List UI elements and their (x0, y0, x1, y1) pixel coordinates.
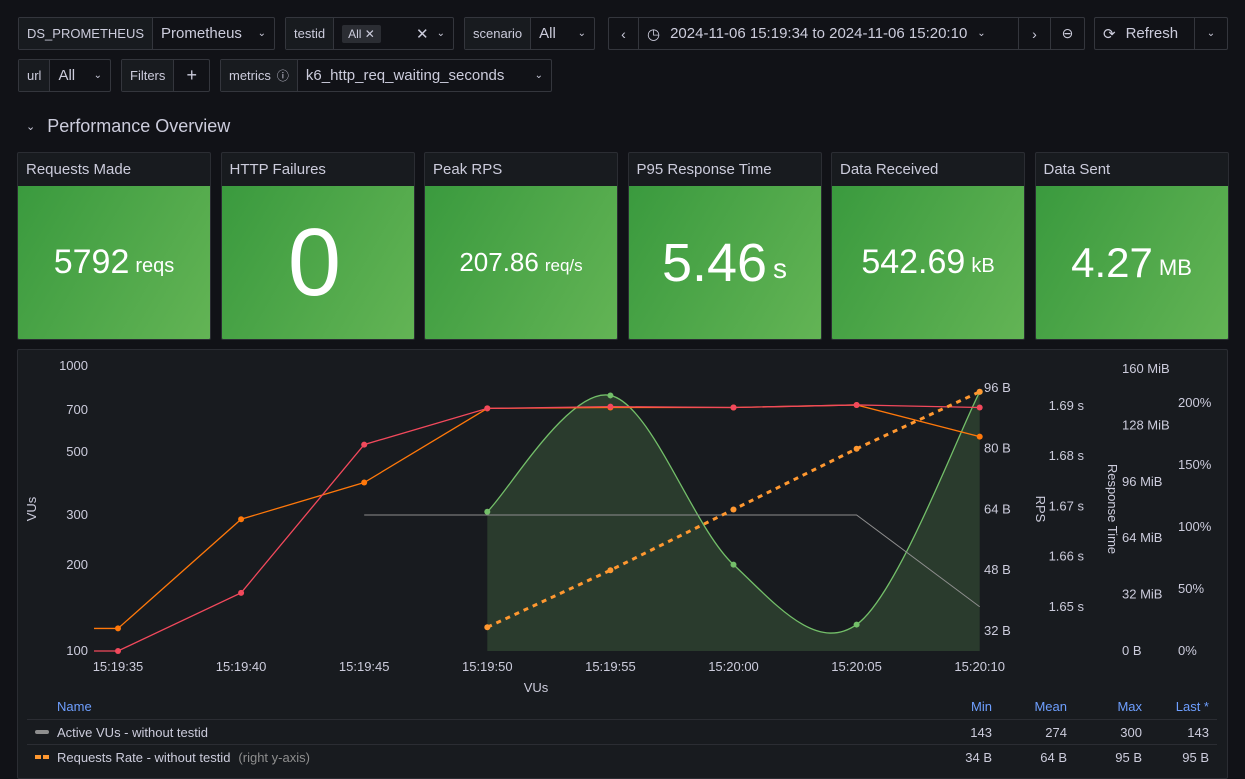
y-tick-left: 200 (66, 557, 88, 572)
data-point (238, 516, 245, 523)
data-point (976, 388, 983, 395)
series-area (487, 391, 980, 651)
data-point (238, 589, 245, 596)
y-tick-bytes: 96 B (984, 380, 1011, 395)
legend-header-mean[interactable]: Mean (992, 699, 1067, 714)
y-tick-pct: 0% (1178, 643, 1197, 658)
y-tick-left: 300 (66, 507, 88, 522)
data-point (361, 441, 368, 448)
data-point (607, 392, 614, 399)
data-point (730, 561, 737, 568)
series-color-swatch (35, 730, 49, 734)
y-tick-left: 500 (66, 444, 88, 459)
series-color-swatch (35, 755, 49, 759)
y-tick-pct: 50% (1178, 581, 1204, 596)
y-tick-rps: 1.68 s (1049, 448, 1085, 463)
legend-min: 143 (970, 724, 992, 740)
legend-last: 95 B (1182, 749, 1209, 765)
data-point (115, 625, 121, 632)
legend-header-last[interactable]: Last * (1142, 699, 1217, 714)
y-axis-label-response-time: Response Time (1105, 464, 1120, 554)
y-tick-rps: 1.66 s (1049, 549, 1085, 564)
y-tick-pct: 200% (1178, 395, 1212, 410)
y-tick-left: 100 (66, 643, 88, 658)
y-tick-rps: 1.65 s (1049, 599, 1085, 614)
x-tick: 15:19:50 (462, 659, 513, 674)
data-point (853, 445, 860, 452)
x-tick: 15:20:00 (708, 659, 759, 674)
x-tick: 15:20:10 (954, 659, 1005, 674)
y-tick-mib: 160 MiB (1122, 361, 1170, 376)
y-axis-label-left: VUs (24, 496, 39, 521)
data-point (361, 479, 368, 486)
y-tick-left: 700 (66, 402, 88, 417)
legend-mean: 64 B (1040, 749, 1067, 765)
y-axis-label-rps: RPS (1033, 496, 1048, 523)
timeseries-chart[interactable]: 1000 700 500 300 200 100 VUs 96 B 80 B 64 B 48 B 32… (0, 0, 1245, 768)
y-tick-bytes: 80 B (984, 441, 1011, 456)
legend-max: 95 B (1115, 749, 1142, 765)
data-point (607, 403, 614, 410)
x-axis-label: VUs (524, 680, 549, 695)
x-tick: 15:19:55 (585, 659, 636, 674)
y-tick-rps: 1.69 s (1049, 398, 1085, 413)
legend-header-max[interactable]: Max (1067, 699, 1142, 714)
y-tick-mib: 128 MiB (1122, 417, 1170, 432)
x-tick: 15:19:35 (93, 659, 144, 674)
data-point (853, 401, 860, 408)
data-point (730, 506, 737, 513)
y-tick-mib: 32 MiB (1122, 587, 1162, 602)
y-tick-left: 1000 (59, 358, 88, 373)
legend-series-name[interactable]: Active VUs - without testid (57, 725, 208, 740)
legend-header: Name Min Mean Max Last * (27, 694, 1217, 719)
data-point (484, 405, 491, 412)
y-tick-mib: 96 MiB (1122, 474, 1162, 489)
y-tick-bytes: 32 B (984, 623, 1011, 638)
legend-mean: 274 (1045, 724, 1067, 740)
data-point (484, 624, 491, 631)
legend-series-name[interactable]: Requests Rate - without testid (57, 750, 230, 765)
legend-series-axis-note: (right y-axis) (238, 749, 310, 765)
legend-last: 143 (1187, 724, 1209, 740)
x-tick: 15:19:45 (339, 659, 390, 674)
data-point (976, 404, 983, 411)
y-tick-bytes: 64 B (984, 501, 1011, 516)
y-tick-bytes: 48 B (984, 562, 1011, 577)
y-tick-rps: 1.67 s (1049, 498, 1085, 513)
data-point (484, 508, 491, 515)
legend-min: 34 B (965, 749, 992, 765)
legend-header-name[interactable]: Name (27, 699, 917, 714)
legend-header-min[interactable]: Min (917, 699, 992, 714)
x-tick: 15:19:40 (216, 659, 267, 674)
legend-max: 300 (1120, 724, 1142, 740)
x-tick: 15:20:05 (831, 659, 882, 674)
data-point (115, 648, 121, 654)
y-tick-mib: 0 B (1122, 643, 1142, 658)
y-tick-pct: 100% (1178, 519, 1212, 534)
data-point (853, 621, 860, 628)
data-point (976, 433, 983, 440)
y-tick-pct: 150% (1178, 457, 1212, 472)
data-point (607, 567, 614, 574)
data-point (730, 404, 737, 411)
y-tick-mib: 64 MiB (1122, 530, 1162, 545)
legend-row[interactable]: Active VUs - without testid 143 274 300 … (27, 719, 1217, 744)
legend-row[interactable]: Requests Rate - without testid (right y-a… (27, 744, 1217, 769)
